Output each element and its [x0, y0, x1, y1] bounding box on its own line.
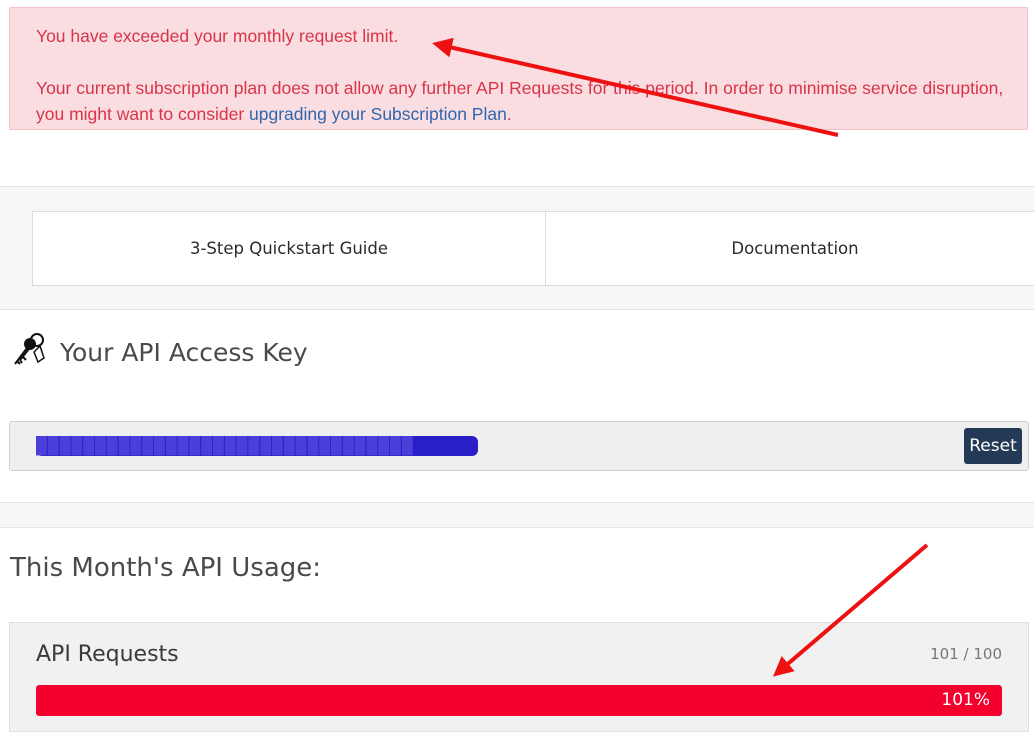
- keys-icon: [10, 330, 50, 375]
- redacted-api-key: ████████████████████████████████: [36, 436, 478, 456]
- api-requests-panel: API Requests 101 / 100 101%: [9, 622, 1029, 732]
- usage-progress-bar: 101%: [36, 685, 1002, 716]
- quick-links-band: 3-Step Quickstart Guide Documentation: [0, 186, 1034, 310]
- tab-documentation[interactable]: Documentation: [545, 211, 1034, 286]
- usage-metric-name: API Requests: [36, 642, 179, 667]
- alert-message: Your current subscription plan does not …: [36, 75, 1021, 127]
- upgrade-plan-link[interactable]: upgrading your Subscription Plan: [249, 104, 507, 124]
- api-key-heading: Your API Access Key: [10, 330, 308, 374]
- section-divider: [0, 502, 1034, 528]
- reset-key-button[interactable]: Reset: [964, 428, 1022, 464]
- alert-message-text: Your current subscription plan does not …: [36, 78, 1004, 124]
- usage-count: 101 / 100: [930, 645, 1002, 663]
- tab-quickstart-guide[interactable]: 3-Step Quickstart Guide: [32, 211, 546, 286]
- api-key-field[interactable]: ████████████████████████████████ Reset: [9, 421, 1029, 471]
- limit-alert: You have exceeded your monthly request l…: [9, 7, 1028, 130]
- alert-title: You have exceeded your monthly request l…: [36, 26, 399, 46]
- usage-percent: 101%: [941, 690, 990, 710]
- usage-title: This Month's API Usage:: [10, 553, 322, 583]
- usage-progress-fill: 101%: [36, 685, 1002, 716]
- api-key-title: Your API Access Key: [60, 337, 308, 367]
- alert-message-end: .: [506, 104, 512, 124]
